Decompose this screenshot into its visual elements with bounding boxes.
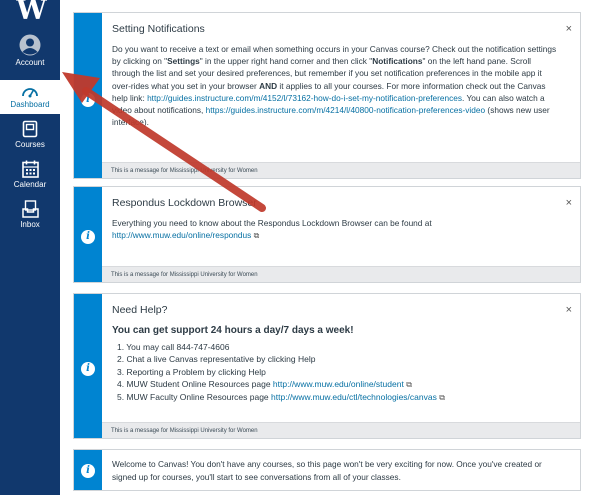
- inbox-icon: [21, 200, 39, 218]
- nav-label-dashboard: Dashboard: [10, 100, 50, 109]
- settings-emphasis: Settings: [167, 56, 200, 67]
- message-text: " in the upper right hand corner and the…: [199, 56, 373, 67]
- notifications-emphasis: Notifications: [372, 56, 423, 67]
- student-resources-link[interactable]: http://www.muw.edu/online/student: [273, 379, 404, 389]
- nav-label-calendar: Calendar: [13, 180, 47, 189]
- welcome-message: Welcome to Canvas! You don't have any co…: [112, 459, 542, 482]
- card-accent-stripe: i: [74, 187, 102, 282]
- info-icon: i: [81, 362, 95, 376]
- info-icon: i: [81, 93, 95, 107]
- info-icon: i: [81, 464, 95, 478]
- external-link-icon: ⧉: [439, 393, 445, 403]
- nav-label-inbox: Inbox: [20, 220, 40, 229]
- nav-item-courses[interactable]: Courses: [0, 120, 60, 156]
- list-item-text: 2. Chat a live Canvas representative by …: [117, 354, 316, 365]
- close-icon[interactable]: ×: [566, 304, 572, 316]
- nav-item-inbox[interactable]: Inbox: [0, 200, 60, 236]
- list-item: 3. Reporting a Problem by clicking Help: [112, 366, 558, 378]
- card-footer: This is a message for Mississippi Univer…: [102, 422, 580, 438]
- dashboard-icon: [22, 88, 38, 98]
- support-headline: You can get support 24 hours a day/7 day…: [112, 325, 354, 336]
- card-title: Setting Notifications: [112, 23, 205, 35]
- card-title: Respondus Lockdown Browser: [112, 197, 257, 209]
- announcement-card-notifications: i Setting Notifications Do you want to r…: [73, 12, 581, 179]
- card-message: Do you want to receive a text or email w…: [112, 43, 558, 128]
- message-text: Everything you need to know about the Re…: [112, 218, 432, 228]
- card-message: Everything you need to know about the Re…: [112, 217, 558, 242]
- notification-video-link[interactable]: https://guides.instructure.com/m/4214/l/…: [206, 105, 485, 115]
- nav-label-courses: Courses: [15, 140, 45, 149]
- card-title: Need Help?: [112, 304, 168, 316]
- close-icon[interactable]: ×: [566, 197, 572, 209]
- dashboard-main: i Setting Notifications Do you want to r…: [60, 0, 589, 495]
- list-item-text: 1. You may call 844-747-4606: [117, 342, 230, 352]
- list-item-text: 3. Reporting a Problem by clicking Help: [117, 366, 266, 377]
- respondus-link[interactable]: http://www.muw.edu/online/respondus: [112, 230, 251, 240]
- announcement-card-respondus: i Respondus Lockdown Browser Everything …: [73, 186, 581, 283]
- close-icon[interactable]: ×: [566, 23, 572, 35]
- nav-item-account[interactable]: Account: [0, 34, 60, 74]
- card-accent-stripe: i: [74, 13, 102, 178]
- list-item-text: 5. MUW Faculty Online Resources page: [117, 392, 272, 403]
- announcement-card-need-help: i Need Help? You can get support 24 hour…: [73, 293, 581, 439]
- list-item-text: 4. MUW Student Online Resources page: [117, 378, 273, 389]
- faculty-resources-link[interactable]: http://www.muw.edu/ctl/technologies/canv…: [271, 392, 437, 402]
- account-icon: [19, 34, 41, 56]
- global-nav: W Account Dashboard Courses Calendar Inb…: [0, 0, 60, 495]
- list-item: 1. You may call 844-747-4606: [112, 341, 558, 353]
- external-link-icon: ⧉: [406, 379, 412, 389]
- and-emphasis: AND: [259, 80, 278, 91]
- card-accent-stripe: i: [74, 294, 102, 438]
- welcome-card: i Welcome to Canvas! You don't have any …: [73, 449, 581, 491]
- info-icon: i: [81, 230, 95, 244]
- support-list: 1. You may call 844-747-4606 2. Chat a l…: [112, 341, 558, 404]
- calendar-icon: [21, 160, 39, 178]
- nav-item-dashboard[interactable]: Dashboard: [0, 80, 60, 114]
- card-footer: This is a message for Mississippi Univer…: [102, 266, 580, 282]
- courses-icon: [22, 120, 38, 138]
- card-accent-stripe: i: [74, 450, 102, 490]
- card-footer: This is a message for Mississippi Univer…: [102, 162, 580, 178]
- list-item: 2. Chat a live Canvas representative by …: [112, 353, 558, 365]
- list-item: 5. MUW Faculty Online Resources page htt…: [112, 391, 558, 404]
- list-item: 4. MUW Student Online Resources page htt…: [112, 378, 558, 391]
- institution-logo[interactable]: W: [0, 0, 60, 28]
- notification-preferences-link[interactable]: http://guides.instructure.com/m/4152/l/7…: [147, 93, 462, 103]
- external-link-icon: ⧉: [253, 231, 260, 241]
- nav-item-calendar[interactable]: Calendar: [0, 160, 60, 196]
- nav-label-account: Account: [15, 58, 45, 67]
